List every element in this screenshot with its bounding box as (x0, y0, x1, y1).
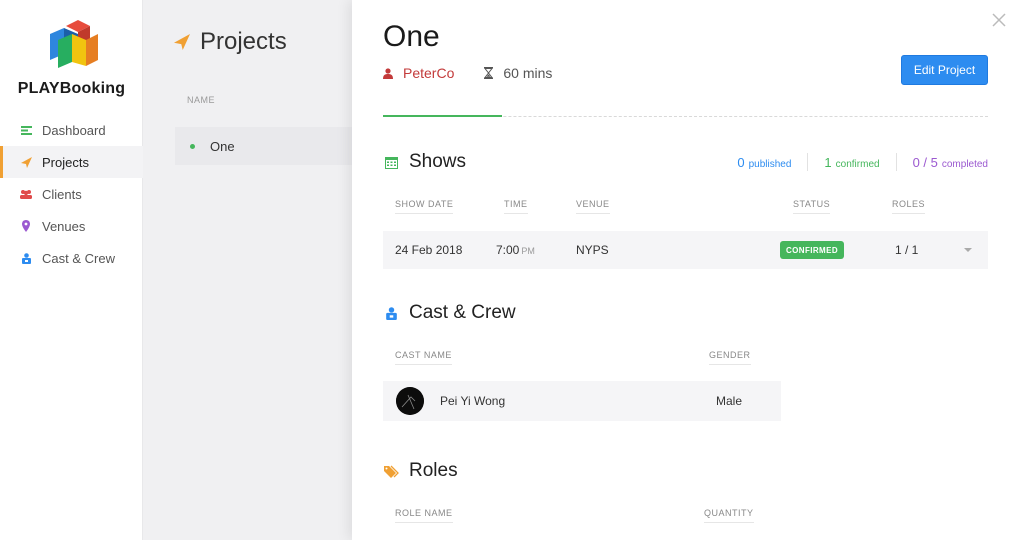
tags-icon (383, 465, 399, 478)
column-header-role-name: ROLE NAME (395, 508, 453, 523)
sidebar-item-label: Cast & Crew (42, 250, 115, 266)
sidebar-nav: Dashboard Projects Clients Venues Cast &… (0, 114, 143, 274)
status-dot (190, 143, 195, 149)
section-title-text: Cast & Crew (409, 302, 516, 323)
section-cast-crew: Cast & Crew (383, 302, 516, 324)
column-header-roles: ROLES (892, 199, 926, 214)
page-title-text: Projects (200, 28, 287, 55)
project-name: One (210, 138, 235, 154)
show-date: 24 Feb 2018 (395, 243, 463, 257)
stat-published: 0 published (737, 155, 791, 170)
divider (895, 153, 897, 171)
column-header-quantity: QUANTITY (704, 508, 754, 523)
sidebar-item-label: Dashboard (42, 122, 106, 138)
section-title-text: Roles (409, 460, 458, 481)
table-row[interactable]: 24 Feb 2018 7:00 PM NYPS CONFIRMED 1 / 1 (383, 231, 988, 269)
column-header-show-date: SHOW DATE (395, 199, 454, 214)
show-time-ampm: PM (521, 246, 535, 256)
stat-completed-label: completed (941, 158, 988, 170)
chevron-down-icon[interactable] (964, 248, 972, 252)
status-badge: CONFIRMED (780, 241, 844, 259)
sidebar-item-label: Projects (42, 154, 89, 170)
show-stats: 0 published 1 confirmed 0 / 5 completed (737, 153, 988, 171)
column-header-venue: VENUE (576, 199, 610, 214)
divider (807, 153, 809, 171)
column-header-gender: GENDER (709, 350, 751, 365)
project-owner[interactable]: PeterCo (383, 65, 454, 81)
user-badge-icon (20, 252, 32, 264)
cast-name: Pei Yi Wong (440, 394, 506, 408)
project-meta: PeterCo 60 mins (383, 65, 552, 81)
paper-plane-icon (20, 156, 32, 168)
duration-text: 60 mins (503, 65, 553, 81)
avatar (396, 387, 424, 415)
sidebar-item-dashboard[interactable]: Dashboard (0, 114, 143, 146)
column-header-time: TIME (504, 199, 528, 214)
sidebar-item-projects[interactable]: Projects (0, 146, 143, 178)
sidebar-item-label: Venues (42, 218, 86, 234)
owner-name: PeterCo (403, 65, 455, 81)
show-time: 7:00 PM (496, 243, 535, 257)
table-row[interactable]: Pei Yi Wong Male (383, 381, 781, 421)
cast-gender: Male (716, 394, 743, 408)
tab-bar (383, 115, 988, 117)
project-detail-panel: One PeterCo 60 mins Edit Project Shows 0… (352, 0, 1020, 540)
sidebar: PLAYBooking Dashboard Projects Clients V… (0, 0, 143, 540)
sidebar-item-label: Clients (42, 186, 82, 202)
map-marker-icon (20, 220, 32, 232)
stat-confirmed-count: 1 (824, 154, 832, 170)
stat-published-label: published (748, 158, 792, 170)
close-icon[interactable] (991, 12, 1007, 28)
section-shows: Shows (383, 151, 466, 173)
stat-confirmed: 1 confirmed (824, 155, 879, 170)
dashboard-icon (20, 124, 32, 136)
paper-plane-icon (174, 34, 190, 50)
sidebar-item-clients[interactable]: Clients (0, 178, 143, 210)
playbooking-logo (50, 20, 98, 68)
edit-project-button[interactable]: Edit Project (901, 55, 988, 85)
users-icon (20, 188, 32, 200)
user-icon (383, 67, 393, 79)
hourglass-icon (484, 67, 494, 79)
column-header-name[interactable]: NAME (187, 95, 215, 105)
sidebar-item-venues[interactable]: Venues (0, 210, 143, 242)
brand-name: PLAYBooking (17, 80, 126, 97)
show-roles: 1 / 1 (895, 243, 919, 257)
show-venue: NYPS (576, 243, 609, 257)
project-row[interactable]: One (175, 127, 355, 165)
stat-completed-count: 0 / 5 (912, 154, 938, 170)
stat-confirmed-label: confirmed (835, 158, 880, 170)
sidebar-item-cast-crew[interactable]: Cast & Crew (0, 242, 143, 274)
tab-active-indicator[interactable] (383, 115, 502, 117)
projects-list: Projects NAME One (144, 0, 355, 540)
project-duration: 60 mins (484, 65, 552, 81)
page-title: Projects (174, 28, 287, 56)
section-title-text: Shows (409, 151, 467, 172)
stat-completed: 0 / 5 completed (913, 155, 988, 170)
project-title: One (383, 20, 440, 53)
section-roles: Roles (383, 460, 458, 482)
show-time-value: 7:00 (496, 243, 520, 257)
user-badge-icon (383, 306, 399, 320)
stat-published-count: 0 (737, 154, 745, 170)
column-header-status: STATUS (793, 199, 831, 214)
calendar-icon (383, 156, 399, 169)
column-header-cast-name: CAST NAME (395, 350, 452, 365)
